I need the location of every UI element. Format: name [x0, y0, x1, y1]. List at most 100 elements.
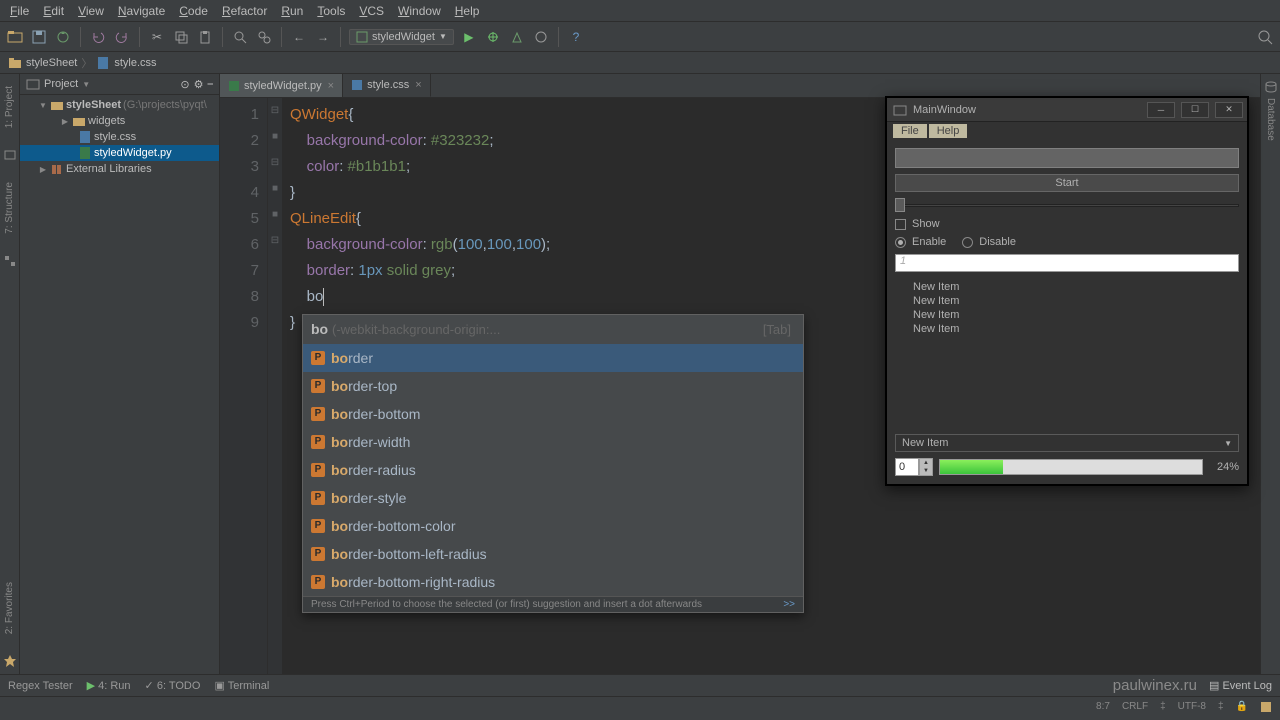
menu-file[interactable]: File	[4, 2, 35, 20]
qt-listwidget[interactable]: New ItemNew ItemNew ItemNew Item	[895, 278, 1239, 428]
ac-header: bo (-webkit-background-origin:... [Tab]	[303, 315, 803, 344]
qt-disable-radio[interactable]: Disable	[962, 236, 1016, 248]
tree-external-libs[interactable]: ▶ External Libraries	[20, 161, 219, 177]
settings-icon[interactable]: ⚙	[194, 78, 204, 91]
tab-stylecss[interactable]: style.css ×	[343, 74, 431, 97]
rail-structure[interactable]: 7: Structure	[4, 178, 15, 238]
menu-code[interactable]: Code	[173, 2, 214, 20]
project-tree: ▼ styleSheet (G:\projects\pyqt\ ▶ widget…	[20, 95, 219, 179]
menu-edit[interactable]: Edit	[37, 2, 70, 20]
run-icon[interactable]: ▶	[460, 28, 478, 46]
ac-item[interactable]: Pborder-bottom-color	[303, 512, 803, 540]
autocomplete-popup: bo (-webkit-background-origin:... [Tab] …	[302, 314, 804, 613]
project-title: Project	[44, 78, 78, 90]
back-icon[interactable]: ←	[290, 28, 308, 46]
qt-menu-file[interactable]: File	[893, 124, 927, 138]
ac-item[interactable]: Pborder-style	[303, 484, 803, 512]
status-lock-icon[interactable]: 🔒	[1236, 701, 1248, 712]
search-everywhere-icon[interactable]	[1256, 28, 1274, 46]
bottom-regex[interactable]: Regex Tester	[8, 680, 73, 692]
menubar: FileEditViewNavigateCodeRefactorRunTools…	[0, 0, 1280, 22]
menu-view[interactable]: View	[72, 2, 110, 20]
find-icon[interactable]	[231, 28, 249, 46]
replace-icon[interactable]	[255, 28, 273, 46]
right-tool-rail: Database	[1260, 74, 1280, 674]
hide-icon[interactable]: ⎯	[208, 78, 214, 91]
qt-enable-radio[interactable]: Enable	[895, 236, 946, 248]
redo-icon[interactable]	[113, 28, 131, 46]
project-panel: Project ▼ ⊙ ⚙ ⎯ ▼ styleSheet (G:\project…	[20, 74, 220, 674]
bottom-eventlog[interactable]: ▤ Event Log	[1209, 679, 1272, 692]
rail-favorites[interactable]: 2: Favorites	[4, 578, 15, 638]
menu-navigate[interactable]: Navigate	[112, 2, 171, 20]
minimize-button[interactable]: ─	[1147, 102, 1175, 118]
bottom-toolbar: Regex Tester ▶ 4: Run ✓ 6: TODO ▣ Termin…	[0, 674, 1280, 696]
qt-title-text: MainWindow	[913, 104, 976, 116]
tree-file-stylecss[interactable]: style.css	[20, 129, 219, 145]
qt-lineedit-2[interactable]: 1	[895, 254, 1239, 272]
qt-preview-window: MainWindow ─ ☐ ✕ File Help Start Show En…	[885, 96, 1249, 486]
ac-item[interactable]: Pborder-radius	[303, 456, 803, 484]
qt-spinbox[interactable]: 0 ▲▼	[895, 458, 933, 476]
ac-item[interactable]: Pborder-bottom-right-radius	[303, 568, 803, 596]
qt-titlebar[interactable]: MainWindow ─ ☐ ✕	[887, 98, 1247, 122]
crumb-folder[interactable]: styleSheet	[26, 57, 77, 69]
ac-footer: Press Ctrl+Period to choose the selected…	[303, 596, 803, 612]
tab-styledwidget[interactable]: styledWidget.py ×	[220, 74, 343, 97]
status-enc[interactable]: UTF-8	[1178, 701, 1206, 712]
rail-database[interactable]: Database	[1265, 94, 1276, 145]
ac-item[interactable]: Pborder-bottom	[303, 400, 803, 428]
sync-icon[interactable]	[54, 28, 72, 46]
status-inspector-icon[interactable]	[1260, 701, 1272, 713]
profile-icon[interactable]	[532, 28, 550, 46]
qt-slider[interactable]	[895, 198, 1239, 212]
close-icon[interactable]: ×	[328, 80, 334, 92]
ac-item[interactable]: Pborder-width	[303, 428, 803, 456]
help-icon[interactable]: ?	[567, 28, 585, 46]
menu-help[interactable]: Help	[449, 2, 486, 20]
status-sep[interactable]: CRLF	[1122, 701, 1148, 712]
left-tool-rail: 1: Project 7: Structure 2: Favorites	[0, 74, 20, 674]
close-button[interactable]: ✕	[1215, 102, 1243, 118]
coverage-icon[interactable]	[508, 28, 526, 46]
tree-folder-widgets[interactable]: ▶ widgets	[20, 113, 219, 129]
status-bar: 8:7 CRLF‡ UTF-8‡ 🔒	[0, 696, 1280, 716]
qt-start-button[interactable]: Start	[895, 174, 1239, 192]
close-icon[interactable]: ×	[415, 79, 421, 91]
collapse-icon[interactable]: ⊙	[180, 78, 189, 91]
ac-item[interactable]: Pborder-bottom-left-radius	[303, 540, 803, 568]
tree-root[interactable]: ▼ styleSheet (G:\projects\pyqt\	[20, 97, 219, 113]
qt-lineedit-1[interactable]	[895, 148, 1239, 168]
status-pos: 8:7	[1096, 701, 1110, 712]
menu-window[interactable]: Window	[392, 2, 447, 20]
bottom-todo[interactable]: ✓ 6: TODO	[145, 679, 201, 692]
bottom-terminal[interactable]: ▣ Terminal	[214, 679, 269, 692]
tree-file-styledwidget[interactable]: styledWidget.py	[20, 145, 219, 161]
crumb-file[interactable]: style.css	[114, 57, 156, 69]
bottom-run[interactable]: ▶ 4: Run	[87, 679, 131, 692]
editor-tabs: styledWidget.py × style.css ×	[220, 74, 1260, 98]
forward-icon[interactable]: →	[314, 28, 332, 46]
fold-gutter: ⊟■⊟■■⊟	[268, 98, 282, 674]
ac-item[interactable]: Pborder-top	[303, 372, 803, 400]
undo-icon[interactable]	[89, 28, 107, 46]
run-config-label: styledWidget	[372, 31, 435, 43]
menu-tools[interactable]: Tools	[311, 2, 351, 20]
qt-menu-help[interactable]: Help	[929, 124, 968, 138]
save-icon[interactable]	[30, 28, 48, 46]
open-icon[interactable]	[6, 28, 24, 46]
paste-icon[interactable]	[196, 28, 214, 46]
run-config-dropdown[interactable]: styledWidget ▼	[349, 29, 454, 45]
qt-show-checkbox[interactable]: Show	[895, 218, 1239, 230]
debug-icon[interactable]	[484, 28, 502, 46]
maximize-button[interactable]: ☐	[1181, 102, 1209, 118]
rail-project[interactable]: 1: Project	[4, 82, 15, 132]
copy-icon[interactable]	[172, 28, 190, 46]
menu-vcs[interactable]: VCS	[353, 2, 390, 20]
menu-refactor[interactable]: Refactor	[216, 2, 273, 20]
qt-combobox[interactable]: New Item▼	[895, 434, 1239, 452]
cut-icon[interactable]: ✂	[148, 28, 166, 46]
breadcrumb: styleSheet 〉 style.css	[0, 52, 1280, 74]
ac-item[interactable]: Pborder	[303, 344, 803, 372]
menu-run[interactable]: Run	[275, 2, 309, 20]
